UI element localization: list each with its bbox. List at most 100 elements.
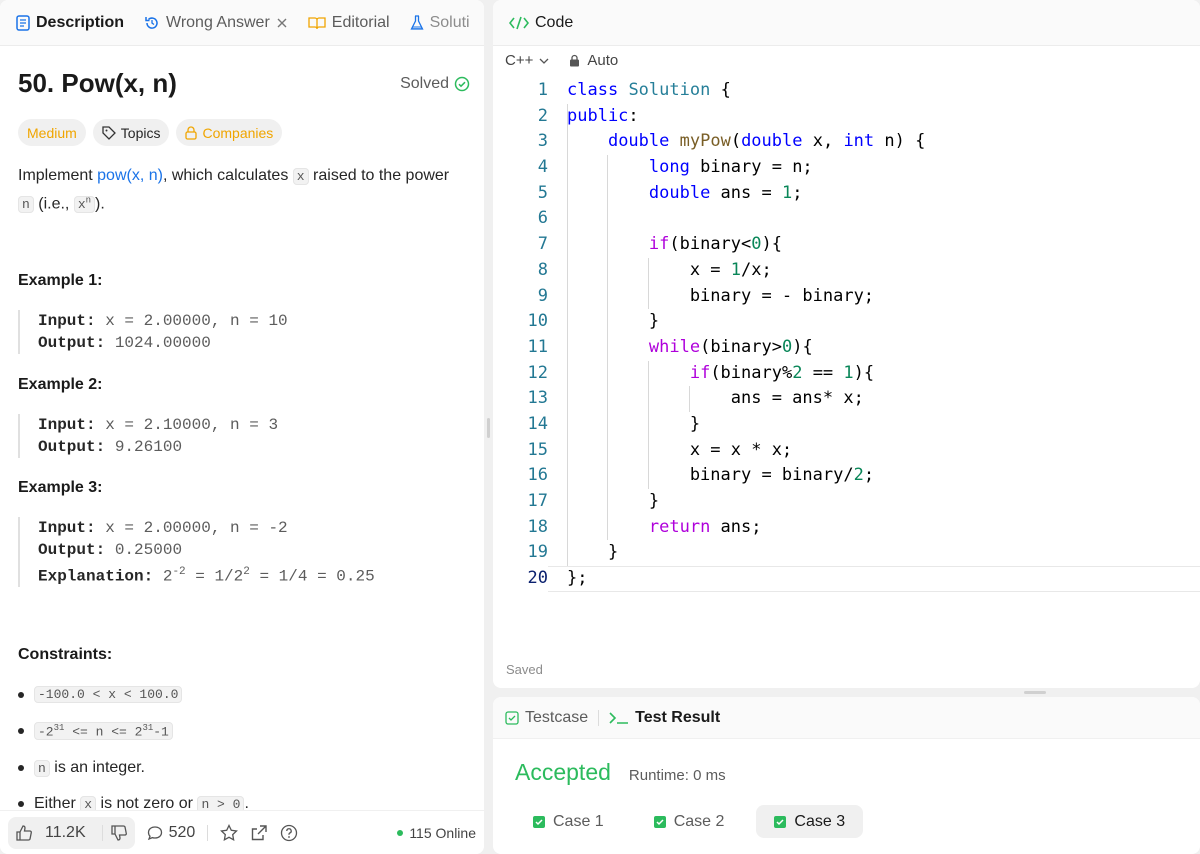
result-summary: Accepted Runtime: 0 ms xyxy=(515,759,726,786)
example-block: Input: x = 2.10000, n = 3 Output: 9.2610… xyxy=(18,414,278,458)
lock-icon xyxy=(570,54,580,67)
check-circle-icon xyxy=(454,76,470,92)
difficulty-badge[interactable]: Medium xyxy=(18,119,86,146)
constraint-item: n is an integer. xyxy=(18,759,468,777)
code-line: 2 public: xyxy=(537,105,639,126)
code-line: 7 if(binary<0){ xyxy=(537,234,782,255)
terminal-icon xyxy=(609,711,629,724)
code-area[interactable]: 1 class Solution { 2 public: 3 double myPo… xyxy=(493,78,1200,592)
inline-code: xn xyxy=(73,196,96,214)
like-button[interactable]: 11.2K xyxy=(8,824,102,842)
close-icon[interactable] xyxy=(276,17,288,29)
tab-label: Description xyxy=(36,13,125,31)
document-icon xyxy=(16,14,30,31)
code-line: 10 } xyxy=(527,311,660,332)
page-title: 50. Pow(x, n) xyxy=(18,68,177,98)
case-button-selected[interactable]: Case 3 xyxy=(756,805,864,838)
example-header: Example 3: xyxy=(18,479,103,496)
code-line: 17 } xyxy=(527,491,660,511)
bullet xyxy=(18,691,24,698)
tab-testcase[interactable]: Testcase xyxy=(505,709,588,727)
code-line: 9 binary = - binary; xyxy=(537,285,875,306)
horizontal-resize-handle[interactable] xyxy=(1024,691,1046,694)
tab-description[interactable]: Description xyxy=(6,0,134,45)
constraint-item: -100.0 < x < 100.0 xyxy=(18,686,468,703)
example-header: Example 2: xyxy=(18,376,103,393)
help-icon[interactable] xyxy=(280,824,298,842)
tab-test-result[interactable]: Test Result xyxy=(609,709,720,727)
tab-label: Soluti xyxy=(429,13,470,31)
result-panel: Testcase Test Result Accepted Runtime: 0… xyxy=(493,697,1200,854)
star-icon[interactable] xyxy=(220,823,239,842)
topics-label: Topics xyxy=(120,124,161,141)
online-dot xyxy=(397,829,404,836)
tag-icon xyxy=(102,125,116,140)
code-line: 1 class Solution { xyxy=(537,80,731,100)
divider xyxy=(598,709,600,726)
case-list: Case 1 Case 2 Case 3 xyxy=(515,805,864,838)
solved-status: Solved xyxy=(400,75,470,93)
bullet xyxy=(18,765,24,771)
accepted-status: Accepted xyxy=(515,759,611,785)
code-line: 6 xyxy=(537,208,548,229)
vertical-resize-handle[interactable] xyxy=(487,418,490,438)
tab-editorial[interactable]: Editorial xyxy=(298,0,400,45)
lock-icon xyxy=(185,125,198,140)
tab-solutions[interactable]: Soluti xyxy=(400,0,480,45)
chevron-down-icon xyxy=(539,58,549,64)
problem-panel: Description Wrong Answer Editorial Solut… xyxy=(0,0,484,854)
share-icon[interactable] xyxy=(250,824,268,842)
like-dislike-group: 11.2K xyxy=(8,816,135,849)
code-line: 3 double myPow(double x, int n) { xyxy=(537,131,926,152)
code-icon xyxy=(509,16,529,30)
title-row: 50. Pow(x, n) Solved xyxy=(18,68,470,99)
tab-code[interactable]: Code xyxy=(499,0,583,45)
inline-code: n xyxy=(18,196,34,214)
auto-mode[interactable]: Auto xyxy=(569,52,618,69)
solved-label: Solved xyxy=(400,74,449,92)
checkbox-icon xyxy=(505,710,519,725)
tab-label: Editorial xyxy=(331,13,390,31)
example-block: Input: x = 2.00000, n = -2 Output: 0.250… xyxy=(18,517,375,588)
dislike-button[interactable] xyxy=(101,824,135,841)
code-editor-panel: Code C++ Auto 1 class Solution { 2 public:… xyxy=(493,0,1200,688)
pow-link[interactable]: pow(x, n) xyxy=(97,167,163,184)
left-tabs: Description Wrong Answer Editorial Solut… xyxy=(0,0,484,46)
check-icon xyxy=(774,815,787,828)
companies-label: Companies xyxy=(202,124,274,141)
case-button[interactable]: Case 2 xyxy=(636,805,743,838)
check-icon xyxy=(533,815,545,828)
runtime-label: Runtime: 0 ms xyxy=(628,767,726,784)
inline-code: x xyxy=(292,168,309,185)
case-button[interactable]: Case 1 xyxy=(515,805,622,838)
like-count: 11.2K xyxy=(45,823,86,841)
flask-icon xyxy=(410,14,424,31)
problem-description: Implement pow(x, n), which calculates x … xyxy=(18,167,450,214)
code-line: 15 x = x * x; xyxy=(527,439,793,460)
tab-wrong-answer[interactable]: Wrong Answer xyxy=(134,0,298,45)
divider xyxy=(207,824,209,841)
check-icon xyxy=(653,815,666,828)
code-line: 13 ans = ans* x; xyxy=(527,388,864,409)
book-icon xyxy=(308,16,326,30)
code-line: 14 } xyxy=(527,413,701,434)
companies-chip[interactable]: Companies xyxy=(176,119,283,146)
bullet xyxy=(18,728,24,735)
constraint-item: -231 <= n <= 231-1 xyxy=(18,722,468,741)
language-select[interactable]: C++ xyxy=(505,52,549,69)
saved-status: Saved xyxy=(506,662,543,677)
example-header: Example 1: xyxy=(18,272,103,289)
comment-count: 520 xyxy=(168,823,196,841)
editor-header: Code xyxy=(493,0,1200,46)
online-count: 115 Online xyxy=(409,824,476,841)
example-block: Input: x = 2.00000, n = 10 Output: 1024.… xyxy=(18,310,288,354)
code-line: 18 return ans; xyxy=(527,516,762,537)
tab-label: Code xyxy=(535,13,574,31)
thumbs-up-icon xyxy=(16,824,32,841)
code-line: 19 } xyxy=(527,542,619,563)
current-line-highlight xyxy=(548,566,1200,592)
topics-chip[interactable]: Topics xyxy=(92,119,170,146)
comments-button[interactable]: 520 xyxy=(147,823,196,842)
history-icon xyxy=(144,15,160,31)
code-line: 5 double ans = 1; xyxy=(537,182,803,203)
